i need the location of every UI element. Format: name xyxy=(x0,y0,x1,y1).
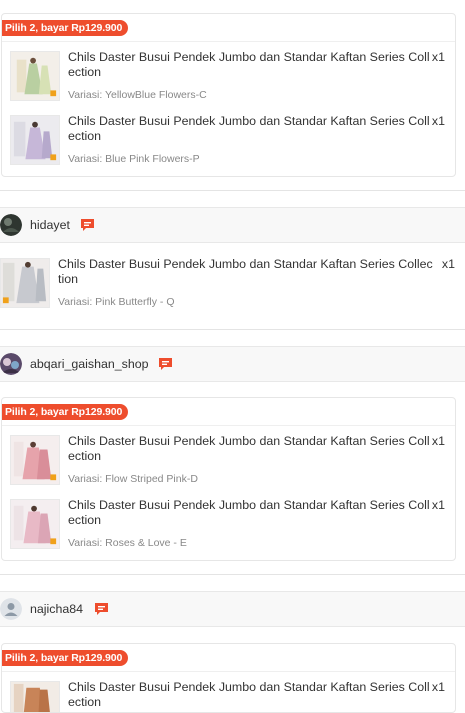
dark-avatar-icon[interactable] xyxy=(0,214,22,236)
bundle-box: Pilih 2, bayar Rp129.900 Chils Daster Bu… xyxy=(1,643,456,713)
product-image-icon xyxy=(11,500,59,548)
divider xyxy=(0,574,465,575)
item-quantity: x1 xyxy=(431,50,445,64)
product-thumbnail[interactable] xyxy=(10,51,60,101)
bundle-box: Pilih 2, bayar Rp129.900 Chils Daster Bu… xyxy=(1,13,456,177)
product-image-icon xyxy=(11,436,59,484)
bundle-promo-badge: Pilih 2, bayar Rp129.900 xyxy=(2,650,129,666)
bundle-box: Pilih 2, bayar Rp129.900 Chils Daster Bu… xyxy=(1,397,456,561)
product-variant: Variasi: YellowBlue Flowers-C xyxy=(68,89,207,101)
product-title[interactable]: Chils Daster Busui Pendek Jumbo dan Stan… xyxy=(68,434,430,464)
product-image-icon xyxy=(11,52,59,100)
chat-icon[interactable] xyxy=(80,218,95,232)
product-title[interactable]: Chils Daster Busui Pendek Jumbo dan Stan… xyxy=(68,50,430,80)
photo-avatar-icon[interactable] xyxy=(0,353,22,375)
divider xyxy=(2,425,455,426)
order-item[interactable]: Chils Daster Busui Pendek Jumbo dan Stan… xyxy=(2,50,455,111)
item-quantity: x1 xyxy=(431,680,445,694)
order-item[interactable]: Chils Daster Busui Pendek Jumbo dan Stan… xyxy=(2,498,455,559)
shop-name[interactable]: najicha84 xyxy=(30,602,83,616)
shop-header[interactable]: hidayet xyxy=(0,207,465,243)
product-thumbnail[interactable] xyxy=(0,258,50,308)
chat-icon[interactable] xyxy=(94,602,109,616)
shop-name[interactable]: hidayet xyxy=(30,218,70,232)
divider xyxy=(0,190,465,191)
shop-name[interactable]: abqari_gaishan_shop xyxy=(30,357,149,371)
product-title[interactable]: Chils Daster Busui Pendek Jumbo dan Stan… xyxy=(68,114,430,144)
divider xyxy=(2,41,455,42)
product-variant: Variasi: Pink Butterfly - Q xyxy=(58,296,175,308)
item-quantity: x1 xyxy=(431,114,445,128)
product-title[interactable]: Chils Daster Busui Pendek Jumbo dan Stan… xyxy=(68,498,430,528)
product-image-icon xyxy=(11,682,59,712)
order-item[interactable]: Chils Daster Busui Pendek Jumbo dan Stan… xyxy=(2,114,455,175)
item-quantity: x1 xyxy=(441,257,455,271)
default-user-avatar-icon[interactable] xyxy=(0,598,22,620)
product-thumbnail[interactable] xyxy=(10,499,60,549)
product-thumbnail[interactable] xyxy=(10,435,60,485)
product-title[interactable]: Chils Daster Busui Pendek Jumbo dan Stan… xyxy=(58,257,433,287)
product-title[interactable]: Chils Daster Busui Pendek Jumbo dan Stan… xyxy=(68,680,430,710)
product-thumbnail[interactable] xyxy=(10,681,60,712)
order-item[interactable]: Chils Daster Busui Pendek Jumbo dan Stan… xyxy=(2,434,455,495)
product-variant: Variasi: Blue Pink Flowers-P xyxy=(68,153,200,165)
bundle-promo-badge: Pilih 2, bayar Rp129.900 xyxy=(2,404,129,420)
product-image-icon xyxy=(1,259,49,307)
chat-icon[interactable] xyxy=(158,357,173,371)
product-variant: Variasi: Roses & Love - E xyxy=(68,537,187,549)
divider xyxy=(0,329,465,330)
order-item[interactable]: Chils Daster Busui Pendek Jumbo dan Stan… xyxy=(2,680,455,712)
product-thumbnail[interactable] xyxy=(10,115,60,165)
item-quantity: x1 xyxy=(431,498,445,512)
product-image-icon xyxy=(11,116,59,164)
divider xyxy=(2,671,455,672)
shop-header[interactable]: najicha84 xyxy=(0,591,465,627)
product-variant: Variasi: Flow Striped Pink-D xyxy=(68,473,198,485)
shop-header[interactable]: abqari_gaishan_shop xyxy=(0,346,465,382)
item-quantity: x1 xyxy=(431,434,445,448)
order-item[interactable]: Chils Daster Busui Pendek Jumbo dan Stan… xyxy=(0,257,465,318)
bundle-promo-badge: Pilih 2, bayar Rp129.900 xyxy=(2,20,129,36)
